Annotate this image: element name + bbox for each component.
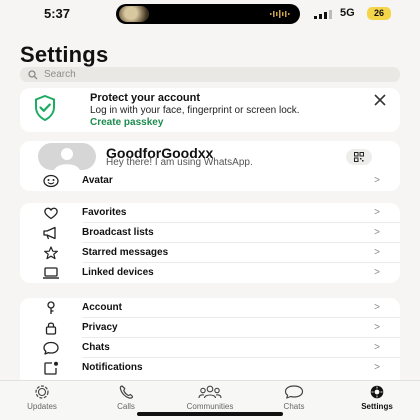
key-icon — [42, 301, 60, 315]
menu-item-label: Privacy — [82, 322, 118, 333]
laptop-icon — [42, 266, 60, 280]
protect-title: Protect your account — [90, 92, 201, 104]
heart-icon — [42, 206, 60, 220]
search-bar[interactable] — [20, 67, 400, 82]
megaphone-icon — [42, 226, 60, 240]
menu-item-label: Chats — [82, 342, 110, 353]
search-icon — [28, 69, 38, 79]
chevron-right-icon: > — [374, 342, 380, 353]
shield-check-icon — [35, 95, 55, 121]
tab-communities[interactable]: Communities — [175, 385, 245, 413]
protect-description: Log in with your face, fingerprint or sc… — [90, 105, 300, 116]
tab-label: Communities — [186, 402, 234, 411]
menu-item-chats[interactable]: Chats > — [20, 338, 400, 358]
tab-chats[interactable]: Chats — [259, 385, 329, 413]
chevron-right-icon: > — [374, 175, 380, 186]
dynamic-island[interactable] — [116, 4, 300, 24]
star-icon — [42, 246, 60, 260]
battery-indicator: 26 — [367, 7, 391, 20]
profile-card[interactable]: GoodforGoodxx Hey there! I am using What… — [20, 141, 400, 191]
tab-updates[interactable]: Updates — [7, 385, 77, 413]
create-passkey-link[interactable]: Create passkey — [90, 117, 163, 128]
chevron-right-icon: > — [374, 362, 380, 373]
home-indicator[interactable] — [137, 412, 283, 416]
chevron-right-icon: > — [374, 247, 380, 258]
network-type: 5G — [340, 7, 355, 19]
settings-screen: 5:37 5G 26 Settings Search Protect your … — [0, 0, 420, 420]
profile-status: Hey there! I am using WhatsApp. — [106, 157, 253, 168]
page-title: Settings — [20, 42, 109, 67]
protect-account-banner[interactable]: Protect your account Log in with your fa… — [20, 88, 400, 132]
chevron-right-icon: > — [374, 322, 380, 333]
tab-settings[interactable]: Settings — [342, 385, 412, 413]
menu-item-label: Linked devices — [82, 267, 154, 278]
avatar[interactable] — [38, 143, 96, 170]
tab-calls[interactable]: Calls — [91, 385, 161, 413]
menu-item-broadcast-lists[interactable]: Broadcast lists > — [20, 223, 400, 243]
tab-label: Settings — [361, 402, 393, 411]
menu-item-linked-devices[interactable]: Linked devices > — [20, 263, 400, 283]
settings-group-1: Favorites > Broadcast lists > Starred me… — [20, 203, 400, 283]
tab-label: Updates — [27, 402, 57, 411]
chevron-right-icon: > — [374, 267, 380, 278]
chevron-right-icon: > — [374, 227, 380, 238]
chat-bubble-icon — [42, 341, 60, 355]
avatar-row-label: Avatar — [82, 175, 113, 186]
notification-icon — [42, 361, 60, 375]
settings-gear-icon — [370, 385, 384, 399]
avatar-face-icon — [42, 174, 60, 188]
chevron-right-icon: > — [374, 207, 380, 218]
menu-item-label: Starred messages — [82, 247, 169, 258]
cellular-signal-icon — [314, 10, 332, 19]
chevron-right-icon: > — [374, 302, 380, 313]
menu-item-account[interactable]: Account > — [20, 298, 400, 318]
default-avatar-icon — [54, 148, 80, 170]
lock-icon — [42, 321, 60, 335]
chats-icon — [284, 385, 304, 399]
menu-item-privacy[interactable]: Privacy > — [20, 318, 400, 338]
search-input[interactable] — [44, 69, 344, 80]
close-icon[interactable] — [374, 94, 386, 106]
tab-label: Calls — [117, 402, 135, 411]
menu-item-label: Notifications — [82, 362, 143, 373]
now-playing-artwork — [119, 6, 149, 22]
tab-label: Chats — [283, 402, 305, 411]
phone-icon — [119, 385, 134, 399]
menu-item-label: Account — [82, 302, 122, 313]
qr-code-button[interactable] — [346, 149, 372, 165]
status-time: 5:37 — [44, 6, 71, 21]
menu-item-notifications[interactable]: Notifications > — [20, 358, 400, 378]
avatar-row[interactable]: Avatar > — [20, 171, 400, 191]
menu-item-starred-messages[interactable]: Starred messages > — [20, 243, 400, 263]
updates-icon — [35, 385, 49, 399]
menu-item-favorites[interactable]: Favorites > — [20, 203, 400, 223]
audio-wave-icon — [270, 10, 290, 18]
settings-group-2: Account > Privacy > Chats > Notification… — [20, 298, 400, 388]
menu-item-label: Broadcast lists — [82, 227, 154, 238]
status-bar: 5:37 5G 26 — [0, 0, 420, 28]
qr-code-icon — [354, 152, 364, 162]
menu-item-label: Favorites — [82, 207, 127, 218]
communities-icon — [198, 385, 222, 399]
